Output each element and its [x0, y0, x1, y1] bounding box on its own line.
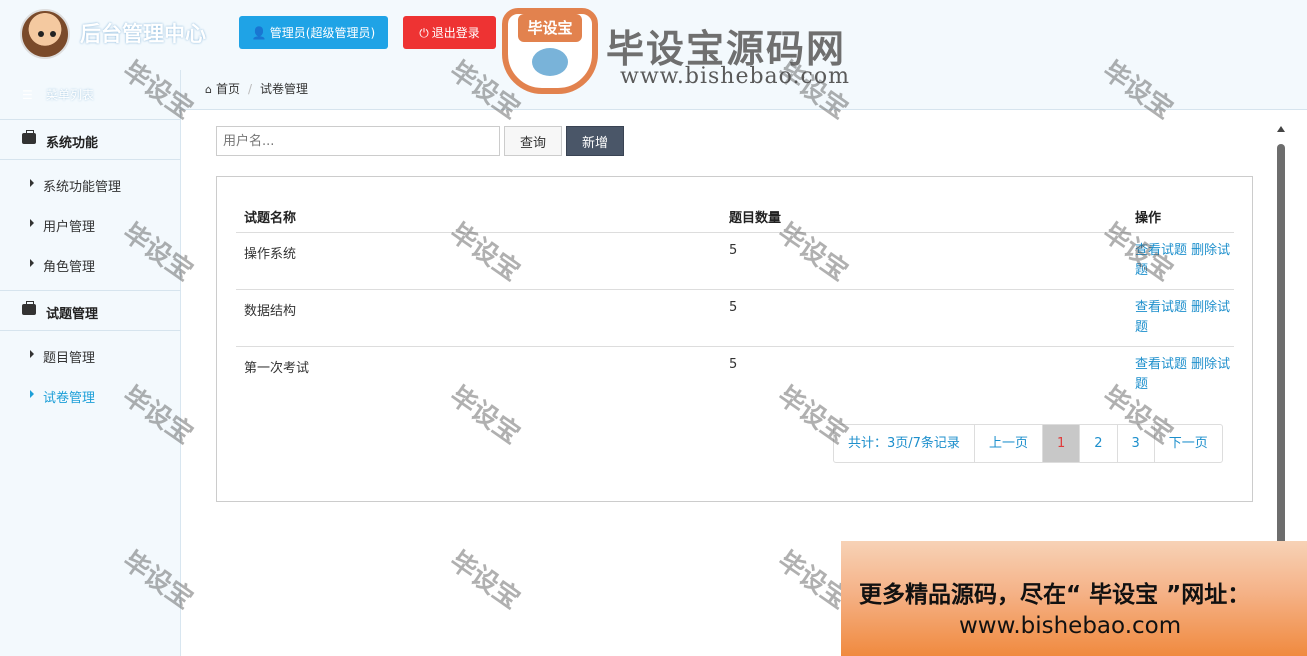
promo-line-1: 更多精品源码，尽在“ 毕设宝 ”网址： — [859, 582, 1251, 608]
logo-badge: 毕设宝 — [518, 14, 582, 42]
promo-banner[interactable]: 更多精品源码，尽在“ 毕设宝 ”网址： www.bishebao.com — [841, 541, 1307, 656]
pagination-next[interactable]: 下一页 — [1155, 425, 1222, 462]
scroll-up-icon[interactable] — [1277, 126, 1285, 132]
avatar[interactable] — [20, 9, 70, 59]
site-logo: 毕设宝 — [502, 8, 598, 94]
view-questions-link[interactable]: 查看试题 — [1135, 300, 1187, 315]
pagination-prev[interactable]: 上一页 — [975, 425, 1043, 462]
query-button[interactable]: 查询 — [504, 126, 562, 156]
sidebar-item-label: 试卷管理 — [43, 391, 96, 406]
table-cell-actions: 查看试题 删除试题 — [1135, 241, 1231, 281]
sidebar-group-system[interactable]: 系统功能 — [0, 119, 181, 160]
row-divider — [236, 232, 1234, 233]
sidebar-item-label: 系统功能管理 — [43, 180, 122, 195]
add-button[interactable]: 新增 — [566, 126, 624, 156]
logout-label: 退出登录 — [431, 26, 480, 40]
breadcrumb-separator: / — [248, 82, 253, 96]
view-questions-link[interactable]: 查看试题 — [1135, 357, 1187, 372]
pagination: 共计：3页/7条记录 上一页 1 2 3 下一页 — [833, 424, 1223, 463]
logo-url: www.bishebao.com — [620, 64, 850, 89]
table-cell-name: 第一次考试 — [244, 361, 310, 376]
caret-right-icon — [30, 350, 34, 358]
sidebar-item-questions[interactable]: 题目管理 — [0, 336, 181, 376]
breadcrumb: ⌂ 首页 / 试卷管理 — [205, 80, 308, 97]
briefcase-icon — [22, 301, 36, 315]
table-cell-actions: 查看试题 删除试题 — [1135, 298, 1231, 338]
table-cell-count: 5 — [729, 243, 738, 258]
sidebar-header: ☰ 菜单列表 — [0, 70, 181, 120]
column-header-count: 题目数量 — [729, 211, 782, 226]
caret-right-icon — [30, 390, 34, 398]
column-header-actions: 操作 — [1135, 211, 1162, 226]
sidebar-item-roles[interactable]: 角色管理 — [0, 245, 181, 285]
app-title: 后台管理中心 — [80, 22, 206, 46]
row-divider — [236, 346, 1234, 347]
sidebar-item-system-functions[interactable]: 系统功能管理 — [0, 165, 181, 205]
sidebar-item-label: 角色管理 — [43, 260, 96, 275]
admin-user-button[interactable]: 👤 管理员(超级管理员) — [239, 16, 388, 49]
caret-right-icon — [30, 219, 34, 227]
sidebar-item-label: 用户管理 — [43, 220, 96, 235]
caret-right-icon — [30, 179, 34, 187]
vertical-scrollbar[interactable] — [1275, 126, 1287, 556]
sidebar-item-papers[interactable]: 试卷管理 — [0, 376, 181, 416]
row-divider — [236, 289, 1234, 290]
table-cell-name: 数据结构 — [244, 304, 297, 319]
pagination-page-3[interactable]: 3 — [1118, 425, 1155, 462]
sidebar-group-label: 系统功能 — [46, 136, 99, 151]
view-questions-link[interactable]: 查看试题 — [1135, 243, 1187, 258]
menu-list-label: 菜单列表 — [46, 88, 95, 102]
scroll-thumb[interactable] — [1277, 144, 1285, 554]
table-cell-actions: 查看试题 删除试题 — [1135, 355, 1231, 395]
briefcase-icon — [22, 130, 36, 144]
list-icon: ☰ — [22, 88, 33, 102]
user-icon: 👤 — [251, 26, 267, 40]
caret-right-icon — [30, 259, 34, 267]
pagination-summary: 共计：3页/7条记录 — [834, 425, 975, 462]
table-cell-name: 操作系统 — [244, 247, 297, 262]
column-header-name: 试题名称 — [244, 211, 297, 226]
admin-user-label: 管理员(超级管理员) — [269, 26, 376, 40]
table-cell-count: 5 — [729, 357, 738, 372]
breadcrumb-current: 试卷管理 — [260, 82, 309, 96]
paper-table-panel: 试题名称 题目数量 操作 操作系统 5 查看试题 删除试题 数据结构 5 查看试… — [216, 176, 1253, 502]
logo-face-icon — [532, 48, 568, 76]
table-cell-count: 5 — [729, 300, 738, 315]
sidebar-group-exam[interactable]: 试题管理 — [0, 290, 181, 331]
sidebar-item-label: 题目管理 — [43, 351, 96, 366]
sidebar-item-users[interactable]: 用户管理 — [0, 205, 181, 245]
sidebar: ☰ 菜单列表 系统功能 系统功能管理 用户管理 角色管理 试题管理 题目管理 试… — [0, 70, 181, 656]
breadcrumb-home[interactable]: 首页 — [216, 82, 240, 96]
promo-line-2: www.bishebao.com — [959, 613, 1182, 639]
logout-button[interactable]: ⏻ 退出登录 — [403, 16, 496, 49]
home-icon: ⌂ — [205, 83, 212, 96]
power-icon: ⏻ — [419, 26, 429, 40]
search-input[interactable] — [216, 126, 500, 156]
pagination-page-1[interactable]: 1 — [1042, 425, 1081, 462]
pagination-page-2[interactable]: 2 — [1080, 425, 1118, 462]
sidebar-group-label: 试题管理 — [46, 307, 99, 322]
